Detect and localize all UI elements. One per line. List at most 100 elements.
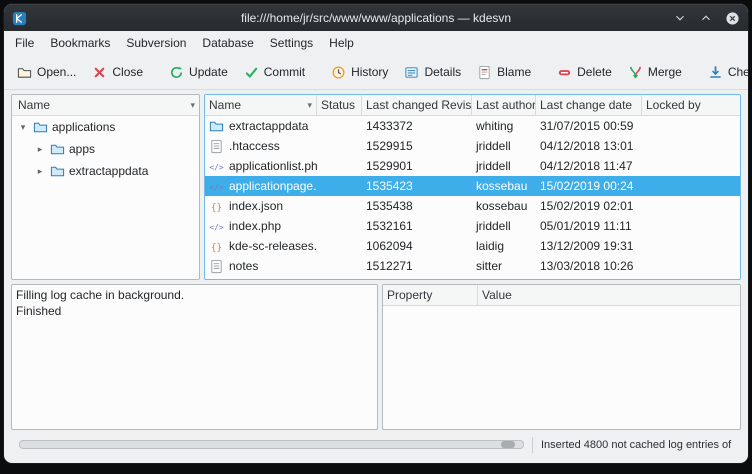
tree-item-label: extractappdata bbox=[69, 164, 148, 178]
menu-settings[interactable]: Settings bbox=[263, 33, 320, 53]
file-cell: 15/02/2019 02:01 bbox=[536, 199, 642, 213]
minimize-icon[interactable] bbox=[672, 10, 688, 26]
toolbar-button-checkout[interactable]: Checkout bbox=[701, 60, 749, 85]
log-line: Finished bbox=[16, 303, 373, 319]
file-column-header-status[interactable]: Status bbox=[317, 95, 362, 115]
file-cell: notes bbox=[205, 259, 317, 274]
update-icon bbox=[169, 65, 184, 80]
toolbar-button-history[interactable]: History bbox=[324, 60, 395, 85]
properties-panel: Property Value bbox=[382, 284, 741, 430]
tree-header[interactable]: Name ▾ bbox=[12, 95, 199, 116]
file-row-.htaccess[interactable]: .htaccess1529915jriddell04/12/2018 13:01 bbox=[205, 136, 740, 156]
properties-header-value[interactable]: Value bbox=[478, 285, 740, 305]
svg-text:</>: </> bbox=[209, 222, 224, 231]
toolbar-button-label: Delete bbox=[577, 65, 612, 79]
file-column-header-last-changed-revision[interactable]: Last changed Revision bbox=[362, 95, 472, 115]
tree-item-applications[interactable]: ▾applications bbox=[12, 116, 199, 138]
file-row-index.php[interactable]: </>index.php1532161jriddell05/01/2019 11… bbox=[205, 216, 740, 236]
close-window-icon[interactable] bbox=[724, 10, 740, 26]
file-column-header-name[interactable]: Name▾ bbox=[205, 95, 317, 115]
file-cell: {}kde-sc-releases.json bbox=[205, 239, 317, 254]
menubar: FileBookmarksSubversionDatabaseSettingsH… bbox=[4, 31, 748, 55]
folder-icon bbox=[209, 119, 224, 134]
file-column-header-last-author[interactable]: Last author bbox=[472, 95, 536, 115]
toolbar-button-label: Checkout bbox=[728, 65, 749, 79]
file-cell: </>applicationpage.php bbox=[205, 179, 317, 194]
toolbar-button-blame[interactable]: Blame bbox=[470, 60, 538, 85]
file-row-kde-sc-releases.json[interactable]: {}kde-sc-releases.json1062094laidig13/12… bbox=[205, 236, 740, 256]
toolbar-button-label: Details bbox=[424, 65, 461, 79]
file-cell: </>applicationlist.php bbox=[205, 159, 317, 174]
toolbar-button-delete[interactable]: Delete bbox=[550, 60, 619, 85]
file-cell: 04/12/2018 11:47 bbox=[536, 159, 642, 173]
toolbar-button-label: Merge bbox=[648, 65, 682, 79]
file-rows: extractappdata1433372whiting31/07/2015 0… bbox=[205, 116, 740, 276]
toolbar-button-open[interactable]: Open... bbox=[10, 60, 83, 85]
bottom-split: Filling log cache in background.Finished… bbox=[11, 284, 741, 430]
tree-item-extractappdata[interactable]: ▸ extractappdata bbox=[12, 160, 199, 182]
file-cell: sitter bbox=[472, 259, 536, 273]
file-row-extractappdata[interactable]: extractappdata1433372whiting31/07/2015 0… bbox=[205, 116, 740, 136]
toolbar-button-merge[interactable]: Merge bbox=[621, 60, 689, 85]
file-cell: 15/02/2019 00:24 bbox=[536, 179, 642, 193]
open-folder-icon bbox=[17, 65, 32, 80]
menu-subversion[interactable]: Subversion bbox=[119, 33, 193, 53]
folder-icon bbox=[33, 120, 48, 135]
file-cell: laidig bbox=[472, 239, 536, 253]
file-cell: jriddell bbox=[472, 219, 536, 233]
tree-item-apps[interactable]: ▸ apps bbox=[12, 138, 199, 160]
folder-icon bbox=[50, 142, 65, 157]
menu-database[interactable]: Database bbox=[195, 33, 260, 53]
toolbar-button-commit[interactable]: Commit bbox=[237, 60, 312, 85]
file-cell: 1062094 bbox=[362, 239, 472, 253]
log-output-panel[interactable]: Filling log cache in background.Finished bbox=[11, 284, 378, 430]
chevron-right-icon[interactable]: ▸ bbox=[34, 144, 46, 155]
file-cell: 1529901 bbox=[362, 159, 472, 173]
chevron-right-icon[interactable]: ▸ bbox=[34, 166, 46, 177]
chevron-down-icon[interactable]: ▾ bbox=[190, 100, 195, 111]
tree-item-label: apps bbox=[69, 142, 95, 156]
file-column-header-last-change-date[interactable]: Last change date bbox=[536, 95, 642, 115]
file-row-applicationlist.php[interactable]: </>applicationlist.php 1529901jriddell04/… bbox=[205, 156, 740, 176]
svg-text:{}: {} bbox=[211, 242, 222, 253]
file-row-applicationpage.php[interactable]: </>applicationpage.php1535423kossebau15/… bbox=[205, 176, 740, 196]
php-file-icon: </> bbox=[209, 179, 224, 194]
file-cell: 1535438 bbox=[362, 199, 472, 213]
toolbar-button-close[interactable]: Close bbox=[85, 60, 150, 85]
svg-text:</>: </> bbox=[209, 182, 224, 191]
chevron-down-icon[interactable]: ▾ bbox=[17, 122, 29, 133]
tree-items: ▾applications ▸ apps ▸ extractappdata bbox=[12, 116, 199, 182]
progress-chunk bbox=[501, 441, 515, 448]
file-cell: 13/03/2018 10:26 bbox=[536, 259, 642, 273]
file-cell: {}index.json bbox=[205, 199, 317, 214]
window-titlebar[interactable]: file:///home/jr/src/www/www/applications… bbox=[4, 4, 748, 31]
maximize-icon[interactable] bbox=[698, 10, 714, 26]
properties-header-property[interactable]: Property bbox=[383, 285, 478, 305]
text-file-icon bbox=[209, 259, 224, 274]
status-separator bbox=[532, 437, 533, 453]
toolbar-button-label: History bbox=[351, 65, 388, 79]
toolbar-button-update[interactable]: Update bbox=[162, 60, 235, 85]
file-column-header-locked-by[interactable]: Locked by bbox=[642, 95, 740, 115]
menu-file[interactable]: File bbox=[8, 33, 41, 53]
log-line: Filling log cache in background. bbox=[16, 287, 373, 303]
file-cell: whiting bbox=[472, 119, 536, 133]
file-cell: jriddell bbox=[472, 139, 536, 153]
file-cell: 1529915 bbox=[362, 139, 472, 153]
status-message: Inserted 4800 not cached log entries of … bbox=[541, 439, 733, 451]
toolbar-button-details[interactable]: Details bbox=[397, 60, 468, 85]
file-cell: 1433372 bbox=[362, 119, 472, 133]
sort-indicator-icon: ▾ bbox=[307, 100, 312, 111]
file-cell: 1532161 bbox=[362, 219, 472, 233]
file-cell: jriddell bbox=[472, 159, 536, 173]
svg-text:</>: </> bbox=[209, 162, 224, 171]
menu-help[interactable]: Help bbox=[322, 33, 361, 53]
window-title: file:///home/jr/src/www/www/applications… bbox=[4, 11, 748, 25]
toolbar-button-label: Open... bbox=[37, 65, 76, 79]
file-row-notes[interactable]: notes1512271sitter13/03/2018 10:26 bbox=[205, 256, 740, 276]
menu-bookmarks[interactable]: Bookmarks bbox=[43, 33, 117, 53]
file-cell: 05/01/2019 11:11 bbox=[536, 219, 642, 233]
repository-tree-panel: Name ▾ ▾applications ▸ apps ▸ extractappdata bbox=[11, 94, 200, 280]
file-row-index.json[interactable]: {}index.json1535438kossebau15/02/2019 02… bbox=[205, 196, 740, 216]
toolbar-button-label: Commit bbox=[264, 65, 305, 79]
